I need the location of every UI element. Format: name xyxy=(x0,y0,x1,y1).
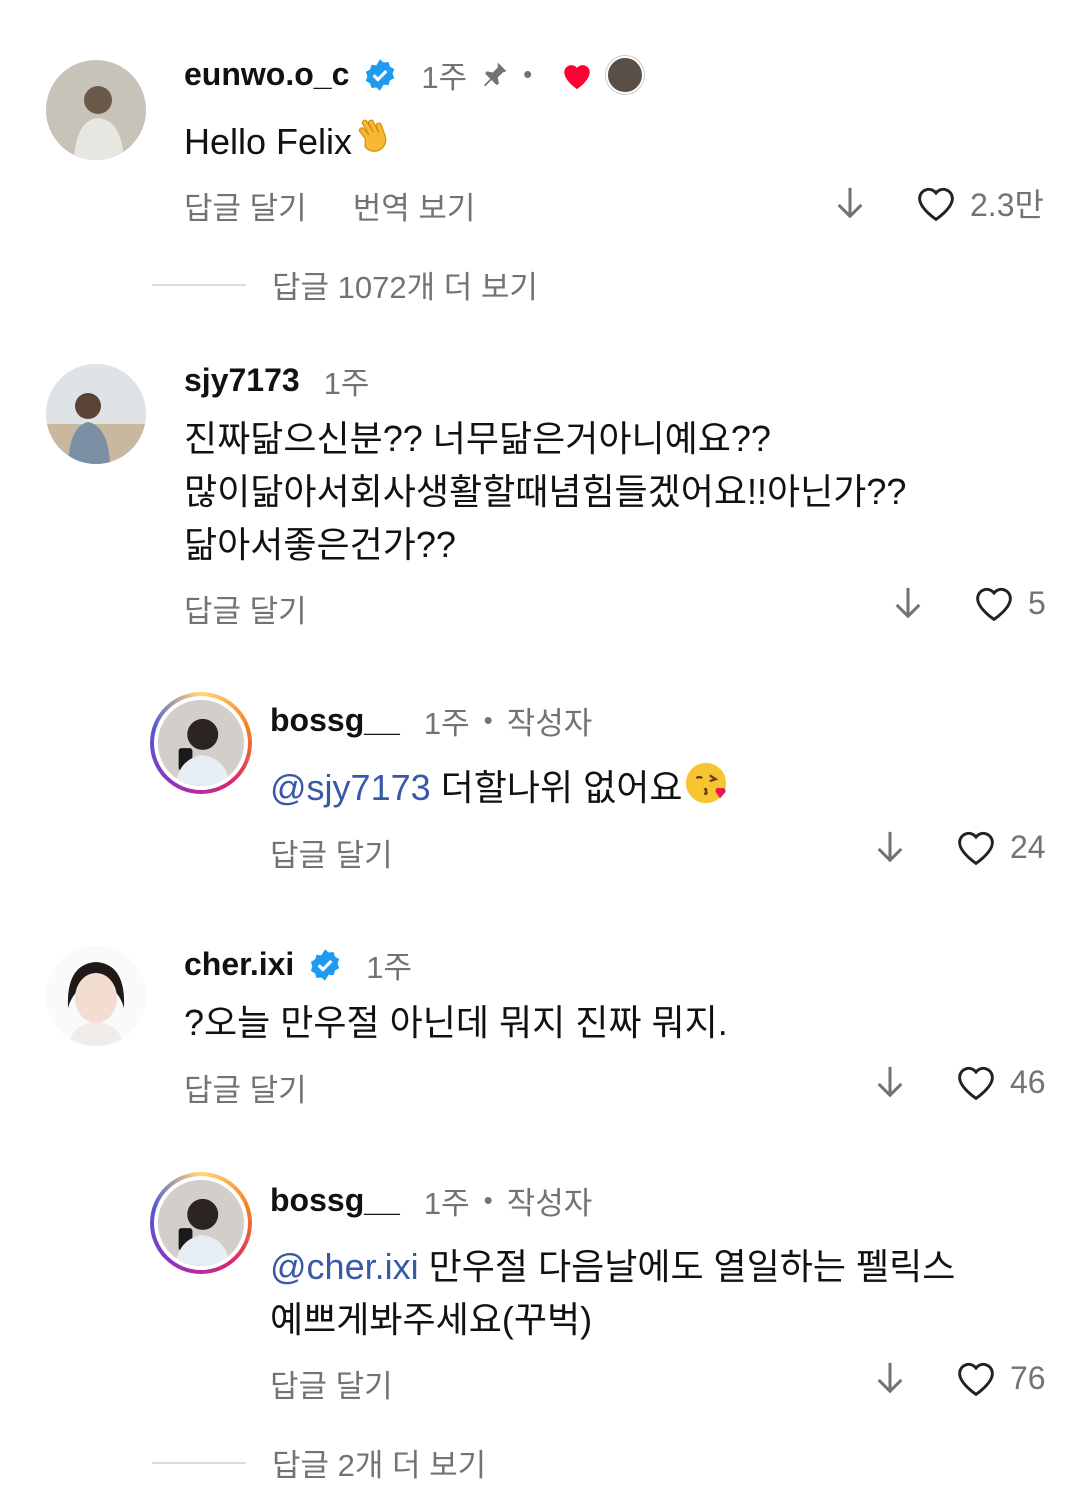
like-count: 5 xyxy=(1028,584,1046,621)
divider xyxy=(152,1461,246,1464)
comment-text-line: 예쁘게봐주세요(꾸벅) xyxy=(270,1299,593,1340)
view-more-replies-button[interactable]: 답글 1072개 더 보기 xyxy=(152,262,538,307)
waving-hand-emoji xyxy=(352,114,398,174)
timestamp: 1주 xyxy=(421,60,468,95)
avatar-story-ring[interactable] xyxy=(150,1172,252,1274)
username[interactable]: sjy7173 xyxy=(184,362,300,399)
username[interactable]: cher.ixi xyxy=(184,946,294,983)
timestamp: 1주 xyxy=(323,366,370,401)
avatar-story-ring[interactable] xyxy=(150,692,252,794)
divider xyxy=(152,283,246,286)
reply-button[interactable]: 답글 달기 xyxy=(184,586,307,631)
heart-icon[interactable] xyxy=(914,183,958,223)
like-count: 46 xyxy=(1010,1063,1046,1100)
timestamp: 1주 xyxy=(366,950,413,985)
heart-icon[interactable] xyxy=(954,1358,998,1398)
separator-dot: • xyxy=(483,705,493,735)
creator-avatar xyxy=(606,55,645,94)
down-arrow-icon[interactable] xyxy=(876,830,904,864)
comment-text-line: 닮아서좋은건가?? xyxy=(184,524,456,565)
comment-text: @cher.ixi 만우절 다음날에도 열일하는 펠릭스 예쁘게봐주세요(꾸벅) xyxy=(270,1240,955,1346)
view-more-replies-label: 답글 2개 더 보기 xyxy=(272,1448,487,1483)
mention-link[interactable]: @sjy7173 xyxy=(270,767,431,808)
down-arrow-icon[interactable] xyxy=(876,1361,904,1395)
timestamp: 1주 xyxy=(423,706,470,741)
username[interactable]: eunwo.o_c xyxy=(184,56,349,93)
view-more-replies-button[interactable]: 답글 2개 더 보기 xyxy=(152,1440,486,1485)
avatar[interactable] xyxy=(46,60,146,160)
view-more-replies-label: 답글 1072개 더 보기 xyxy=(272,270,538,305)
timestamp: 1주 xyxy=(423,1186,470,1221)
heart-icon[interactable] xyxy=(972,583,1016,623)
verified-badge-icon xyxy=(311,948,340,981)
down-arrow-icon[interactable] xyxy=(876,1065,904,1099)
avatar[interactable] xyxy=(46,364,146,464)
heart-icon[interactable] xyxy=(954,827,998,867)
separator-dot: • xyxy=(483,1185,493,1215)
reply-button[interactable]: 답글 달기 xyxy=(270,830,393,875)
username[interactable]: bossg__ xyxy=(270,702,400,739)
down-arrow-icon[interactable] xyxy=(836,186,864,220)
reply-button[interactable]: 답글 달기 xyxy=(184,183,307,228)
mention-link[interactable]: @cher.ixi xyxy=(270,1246,419,1287)
like-count: 2.3만 xyxy=(970,187,1044,223)
separator-dot: • xyxy=(523,59,533,89)
reply-button[interactable]: 답글 달기 xyxy=(270,1361,393,1406)
comment-text: @sjy7173 더할나위 없어요 xyxy=(270,760,729,820)
username[interactable]: bossg__ xyxy=(270,1182,400,1219)
pin-icon xyxy=(484,62,507,86)
avatar xyxy=(154,1176,248,1270)
avatar[interactable] xyxy=(46,946,146,1046)
reply-button[interactable]: 답글 달기 xyxy=(184,1065,307,1110)
author-badge: 작성자 xyxy=(506,706,593,741)
kissing-face-emoji xyxy=(683,760,729,820)
comment-text: 진짜닮으신분?? 너무닮은거아니예요?? 많이닮아서회사생활할때념힘들겠어요!!… xyxy=(184,412,906,571)
comment-text-line: 많이닮아서회사생활할때념힘들겠어요!!아닌가?? xyxy=(184,471,907,512)
avatar xyxy=(154,696,248,790)
translate-button[interactable]: 번역 보기 xyxy=(353,183,476,228)
comment-text-body: 더할나위 없어요 xyxy=(430,767,683,808)
verified-badge-icon xyxy=(366,58,395,91)
comment-text-line: 진짜닮으신분?? 너무닮은거아니예요?? xyxy=(184,418,771,459)
comment-text: Hello Felix xyxy=(184,114,398,174)
author-badge: 작성자 xyxy=(506,1186,593,1221)
creator-liked-heart-icon xyxy=(564,64,590,89)
heart-icon[interactable] xyxy=(954,1062,998,1102)
like-count: 76 xyxy=(1010,1359,1046,1396)
down-arrow-icon[interactable] xyxy=(894,586,922,620)
comment-text: ?오늘 만우절 아닌데 뭐지 진짜 뭐지. xyxy=(184,1002,728,1043)
comment-text-body: 만우절 다음날에도 열일하는 펠릭스 xyxy=(418,1246,956,1287)
like-count: 24 xyxy=(1010,828,1046,865)
